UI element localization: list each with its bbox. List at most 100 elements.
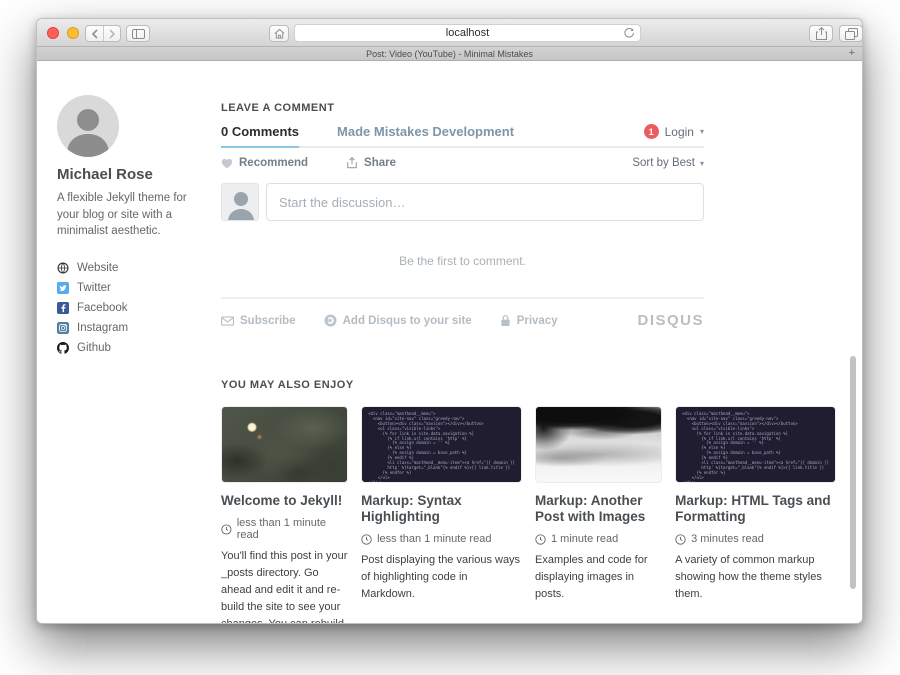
desktop-background: localhost Post: Video (YouTube) - Minima… (0, 0, 900, 675)
clock-icon (675, 534, 686, 545)
refresh-button[interactable] (623, 27, 635, 39)
commenter-avatar (221, 183, 259, 221)
sidebar-toggle-button[interactable] (126, 25, 150, 42)
login-menu[interactable]: 1 Login ▾ (644, 124, 704, 146)
post-excerpt: Post displaying the various ways of high… (361, 552, 522, 603)
person-icon (222, 184, 259, 221)
sidebar-link-github[interactable]: Github (57, 338, 207, 358)
sidebar-link-facebook[interactable]: Facebook (57, 298, 207, 318)
main-column: LEAVE A COMMENT 0 Comments Made Mistakes… (221, 102, 836, 624)
close-window-button[interactable] (47, 27, 59, 39)
home-icon (274, 28, 285, 39)
read-time: 3 minutes read (691, 533, 764, 545)
disqus-d-icon (324, 314, 337, 327)
add-disqus-link[interactable]: Add Disqus to your site (324, 314, 472, 327)
tab-comment-count[interactable]: 0 Comments (221, 124, 299, 148)
comments-heading: LEAVE A COMMENT (221, 102, 836, 114)
tabs-icon (845, 28, 858, 40)
privacy-link[interactable]: Privacy (500, 314, 558, 327)
tab-overview-button[interactable] (839, 25, 863, 42)
privacy-label: Privacy (517, 315, 558, 327)
back-button[interactable] (86, 26, 103, 41)
instagram-icon (57, 322, 69, 334)
browser-tab[interactable]: Post: Video (YouTube) - Minimal Mistakes (366, 49, 533, 59)
subscribe-label: Subscribe (240, 315, 296, 327)
share-arrow-icon (346, 157, 358, 169)
chevron-down-icon: ▾ (700, 127, 704, 136)
post-thumbnail-bw-photo[interactable] (535, 406, 662, 483)
post-thumbnail-code-screenshot[interactable]: <div class="masthead__menu"> <nav id="si… (361, 406, 522, 483)
post-excerpt: Examples and code for displaying images … (535, 552, 662, 603)
post-title-link[interactable]: Markup: HTML Tags and Formatting (675, 493, 836, 525)
chevron-right-icon (108, 29, 116, 39)
share-button[interactable] (809, 25, 833, 42)
login-label: Login (665, 125, 694, 139)
sidebar-link-instagram[interactable]: Instagram (57, 318, 207, 338)
github-icon (57, 342, 69, 354)
person-icon (57, 95, 119, 157)
post-meta: 1 minute read (535, 533, 662, 545)
read-time: less than 1 minute read (377, 533, 491, 545)
author-avatar (57, 95, 119, 157)
author-bio: A flexible Jekyll theme for your blog or… (57, 190, 189, 240)
sidebar-link-label: Facebook (77, 302, 128, 314)
post-thumbnail-code-screenshot[interactable]: <div class="masthead__menu"> <nav id="si… (675, 406, 836, 483)
disqus-logo[interactable]: DISQUS (637, 312, 704, 329)
tab-community-link[interactable]: Made Mistakes Development (337, 124, 514, 146)
related-posts-grid: Welcome to Jekyll! less than 1 minute re… (221, 406, 836, 624)
related-post-card: <div class="masthead__menu"> <nav id="si… (675, 406, 836, 624)
related-posts-section: YOU MAY ALSO ENJOY Welcome to Jekyll! le… (221, 379, 836, 624)
post-thumbnail-green-photo[interactable] (221, 406, 348, 483)
globe-icon (57, 262, 69, 274)
post-excerpt: You'll find this post in your _posts dir… (221, 548, 348, 624)
related-heading: YOU MAY ALSO ENJOY (221, 379, 836, 391)
share-icon (816, 27, 827, 40)
code-snippet-text: <div class="masthead__menu"> <nav id="si… (368, 412, 515, 483)
page-content: Michael Rose A flexible Jekyll theme for… (37, 61, 862, 624)
sidebar-link-label: Twitter (77, 282, 111, 294)
disqus-footer: Subscribe Add Disqus to your site Privac… (221, 299, 704, 329)
new-tab-button[interactable]: + (849, 47, 855, 60)
post-title-link[interactable]: Markup: Syntax Highlighting (361, 493, 522, 525)
post-title-link[interactable]: Markup: Another Post with Images (535, 493, 662, 525)
address-bar[interactable]: localhost (294, 24, 641, 42)
tab-bar: Post: Video (YouTube) - Minimal Mistakes… (37, 47, 862, 61)
related-post-card: Markup: Another Post with Images 1 minut… (535, 406, 662, 624)
facebook-icon (57, 302, 69, 314)
recommend-button[interactable]: Recommend (221, 157, 308, 169)
history-nav-group (85, 25, 121, 42)
post-excerpt: A variety of common markup showing how t… (675, 552, 836, 603)
code-snippet-text: <div class="masthead__menu"> <nav id="si… (682, 412, 829, 483)
post-meta: less than 1 minute read (221, 517, 348, 541)
sidebar-link-label: Instagram (77, 322, 128, 334)
sidebar-link-website[interactable]: Website (57, 258, 207, 278)
safari-window: localhost Post: Video (YouTube) - Minima… (36, 18, 863, 624)
refresh-icon (623, 27, 635, 39)
url-text: localhost (446, 27, 489, 39)
share-thread-button[interactable]: Share (346, 157, 396, 169)
sort-menu[interactable]: Sort by Best ▾ (632, 157, 704, 169)
related-post-card: Welcome to Jekyll! less than 1 minute re… (221, 406, 348, 624)
author-name: Michael Rose (57, 166, 207, 183)
recommend-label: Recommend (239, 157, 308, 169)
subscribe-link[interactable]: Subscribe (221, 315, 296, 327)
forward-button[interactable] (103, 26, 120, 41)
empty-state-text: Be the first to comment. (221, 254, 704, 268)
author-sidebar: Michael Rose A flexible Jekyll theme for… (57, 95, 207, 358)
titlebar: localhost (37, 19, 862, 47)
minimize-window-button[interactable] (67, 27, 79, 39)
sidebar-link-twitter[interactable]: Twitter (57, 278, 207, 298)
sidebar-link-label: Github (77, 342, 111, 354)
clock-icon (221, 524, 232, 535)
comment-composer (221, 183, 704, 221)
sidebar-icon (132, 29, 145, 39)
post-title-link[interactable]: Welcome to Jekyll! (221, 493, 348, 509)
read-time: less than 1 minute read (237, 517, 348, 541)
scrollbar-thumb[interactable] (850, 356, 856, 589)
home-button[interactable] (269, 25, 289, 42)
post-meta: 3 minutes read (675, 533, 836, 545)
lock-icon (500, 314, 511, 327)
sort-label: Sort by Best (632, 157, 695, 169)
clock-icon (535, 534, 546, 545)
comment-input[interactable] (266, 183, 704, 221)
